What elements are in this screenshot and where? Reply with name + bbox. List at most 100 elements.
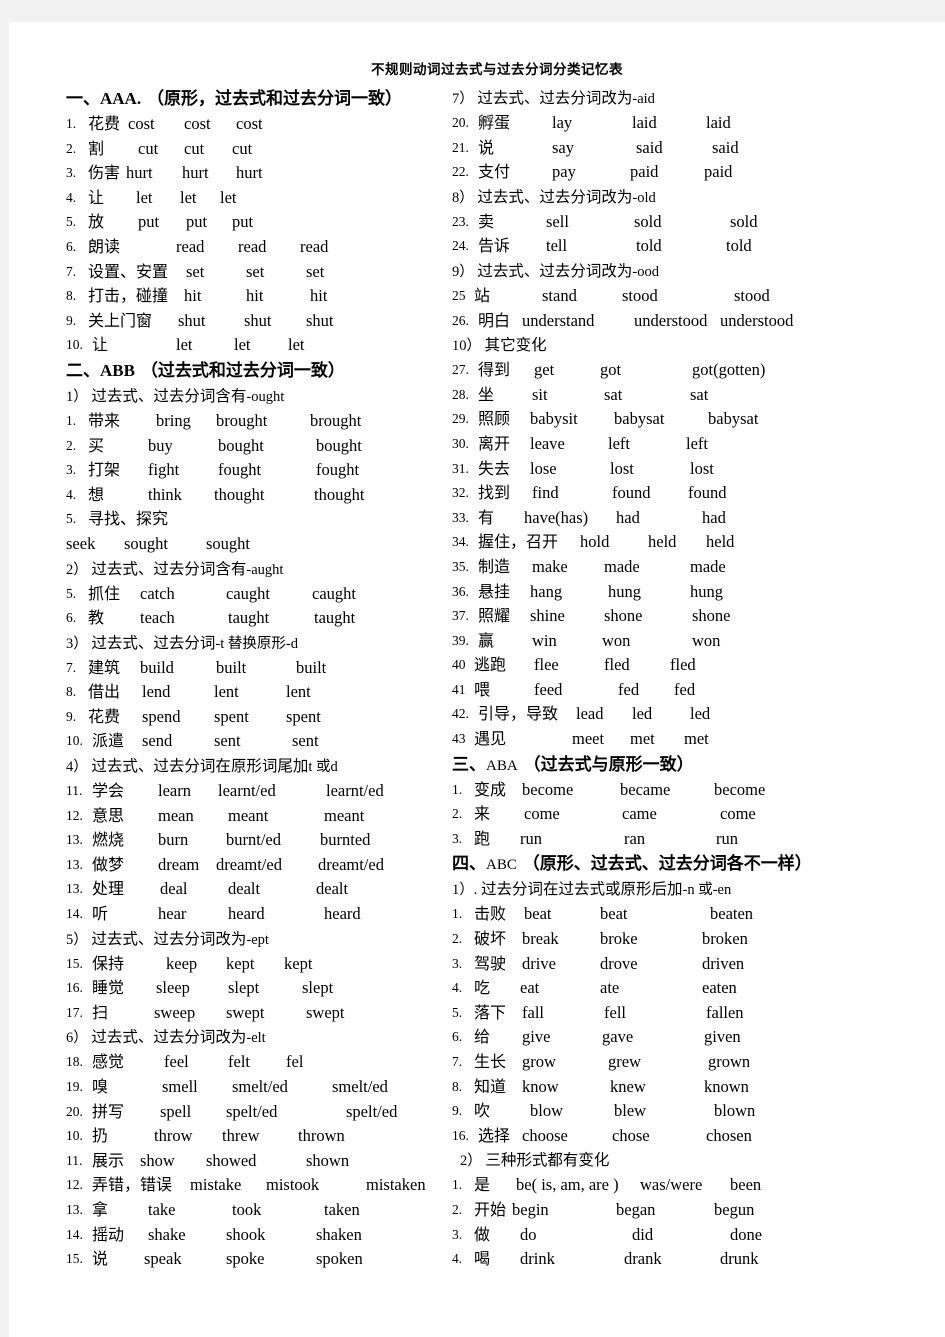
- verb-number: 8.: [452, 1078, 463, 1094]
- section-code: AAA.: [100, 89, 142, 108]
- verb-meaning: 抓住: [88, 583, 121, 603]
- verb-row: 11. 展示 show showed shown: [66, 1149, 442, 1174]
- verb-row: 15. 说 speak spoke spoken: [66, 1247, 442, 1272]
- verb-base-form: read: [176, 236, 205, 256]
- verb-base-form: fall: [522, 1002, 544, 1022]
- verb-row: 23. 卖 sell sold sold: [452, 210, 945, 235]
- verb-row: 35. 制造 make made made: [452, 555, 945, 580]
- verb-number: 18.: [66, 1054, 83, 1070]
- verb-row: 8. 借出 lend lent lent: [66, 680, 442, 705]
- verb-past-tense: threw: [222, 1126, 260, 1146]
- verb-base-form: understand: [522, 310, 595, 330]
- verb-meaning: 变成: [474, 779, 507, 799]
- verb-past-participle: meant: [324, 805, 365, 825]
- verb-past-participle: known: [704, 1076, 749, 1096]
- verb-meaning: 拼写: [92, 1101, 125, 1121]
- verb-row: 17. 扫 sweep swept swept: [66, 1001, 442, 1026]
- verb-past-participle: fallen: [706, 1002, 744, 1022]
- verb-past-participle: swept: [306, 1002, 345, 1022]
- verb-row: 1. 花费 cost cost cost: [66, 112, 442, 137]
- verb-number: 2.: [66, 140, 77, 156]
- verb-past-participle: said: [712, 137, 739, 157]
- two-column-body: 一、AAA. （原形，过去式和过去分词一致） 1. 花费 cost cost cost 2.…: [9, 78, 945, 1272]
- verb-past-participle: spoken: [316, 1249, 363, 1269]
- verb-past-tense: let: [234, 335, 251, 355]
- verb-past-participle: let: [220, 187, 237, 207]
- verb-row: 12. 意思 mean meant meant: [66, 804, 442, 829]
- subsection-index: 4）: [66, 759, 92, 776]
- verb-meaning: 伤害: [88, 163, 121, 183]
- verb-past-tense: kept: [226, 953, 255, 973]
- verb-past-participle: become: [714, 779, 766, 799]
- verb-number: 32.: [452, 485, 469, 501]
- verb-number: 40: [452, 657, 466, 673]
- verb-past-tense: took: [232, 1199, 262, 1219]
- verb-number: 37.: [452, 608, 469, 624]
- verb-base-form: sell: [546, 211, 569, 231]
- verb-past-participle: set: [306, 261, 325, 281]
- verb-past-participle: hit: [310, 286, 328, 306]
- subsection-index: 9）: [452, 263, 478, 280]
- verb-past-tense: swept: [226, 1002, 265, 1022]
- verb-row: 13. 处理 deal dealt dealt: [66, 877, 442, 902]
- verb-past-tense: led: [632, 704, 653, 724]
- verb-row: 10. 让 let let let: [66, 333, 442, 358]
- verb-past-tense: drank: [624, 1249, 662, 1269]
- verb-base-form: send: [142, 731, 173, 751]
- verb-row: 4. 想 think thought thought: [66, 483, 442, 508]
- verb-past-participle: put: [232, 212, 254, 232]
- verb-base-form: let: [176, 335, 193, 355]
- subsection-heading: 9） 过去式、过去分词改为-ood: [452, 259, 945, 284]
- verb-meaning: 割: [88, 138, 105, 158]
- verb-meaning: 给: [474, 1027, 491, 1047]
- verb-row: 2. 开始 begin began begun: [452, 1198, 945, 1223]
- section-index: 二、: [66, 360, 100, 381]
- verb-number: 14.: [66, 906, 83, 922]
- subsection-label: 过去式、过去分词: [91, 633, 216, 652]
- verb-number: 21.: [452, 139, 469, 155]
- verb-base-form: grow: [522, 1052, 556, 1071]
- verb-row: 18. 感觉 feel felt fel: [66, 1050, 442, 1075]
- verb-past-tense: knew: [610, 1076, 646, 1096]
- verb-meaning: 拿: [92, 1199, 109, 1219]
- verb-past-participle: cut: [232, 138, 253, 158]
- verb-base-form: sweep: [154, 1002, 196, 1022]
- verb-row: 16. 选择 choose chose chosen: [452, 1124, 945, 1149]
- verb-base-form: do: [520, 1224, 537, 1244]
- verb-row: 29. 照顾 babysit babysat babysat: [452, 407, 945, 432]
- verb-past-participle: smelt/ed: [332, 1077, 388, 1096]
- verb-past-tense: held: [648, 532, 677, 552]
- verb-row: 3. 驾驶 drive drove driven: [452, 952, 945, 977]
- verb-base-form: dream: [158, 854, 200, 874]
- verb-number: 5.: [452, 1004, 463, 1020]
- verb-meaning: 弄错，错误: [92, 1175, 173, 1195]
- verb-past-participle: beaten: [710, 904, 754, 924]
- subsection-index: 1）.: [452, 882, 481, 899]
- verb-past-participle: dealt: [316, 879, 349, 899]
- verb-row: 7. 设置、安置 set set set: [66, 260, 442, 285]
- verb-number: 16.: [452, 1127, 469, 1143]
- verb-base-form: drink: [520, 1249, 555, 1269]
- verb-meaning: 得到: [478, 360, 511, 380]
- verb-past-participle: babysat: [708, 409, 759, 429]
- verb-base-form: hit: [184, 286, 202, 306]
- verb-base-form: set: [186, 261, 205, 281]
- verb-row: 16. 睡觉 sleep slept slept: [66, 976, 442, 1001]
- verb-past-participle: left: [686, 433, 708, 453]
- verb-past-tense: smelt/ed: [232, 1077, 288, 1096]
- verb-past-tense: broke: [600, 929, 638, 949]
- verb-meaning: 击败: [474, 904, 507, 924]
- section-code: ABC: [486, 857, 517, 874]
- verb-meaning: 摇动: [92, 1224, 125, 1244]
- verb-number: 20.: [66, 1103, 83, 1119]
- verb-base-form: catch: [140, 583, 175, 603]
- verb-row: 3. 打架 fight fought fought: [66, 458, 442, 483]
- subsection-label: 过去式、过去分词改为: [91, 929, 247, 948]
- verb-base-form: shine: [530, 606, 565, 626]
- verb-row: 13. 拿 take took taken: [66, 1198, 442, 1223]
- verb-past-tense: showed: [206, 1150, 257, 1170]
- right-column: 7） 过去式、过去分词改为-aid 20. 孵蛋 lay laid laid 21. 说 say…: [442, 86, 945, 1272]
- subsection-label: 过去式、过去分词在原形词尾加: [91, 757, 309, 776]
- verb-number: 36.: [452, 583, 469, 599]
- section-label: （原形、过去式、过去分词各不一样）: [516, 854, 812, 875]
